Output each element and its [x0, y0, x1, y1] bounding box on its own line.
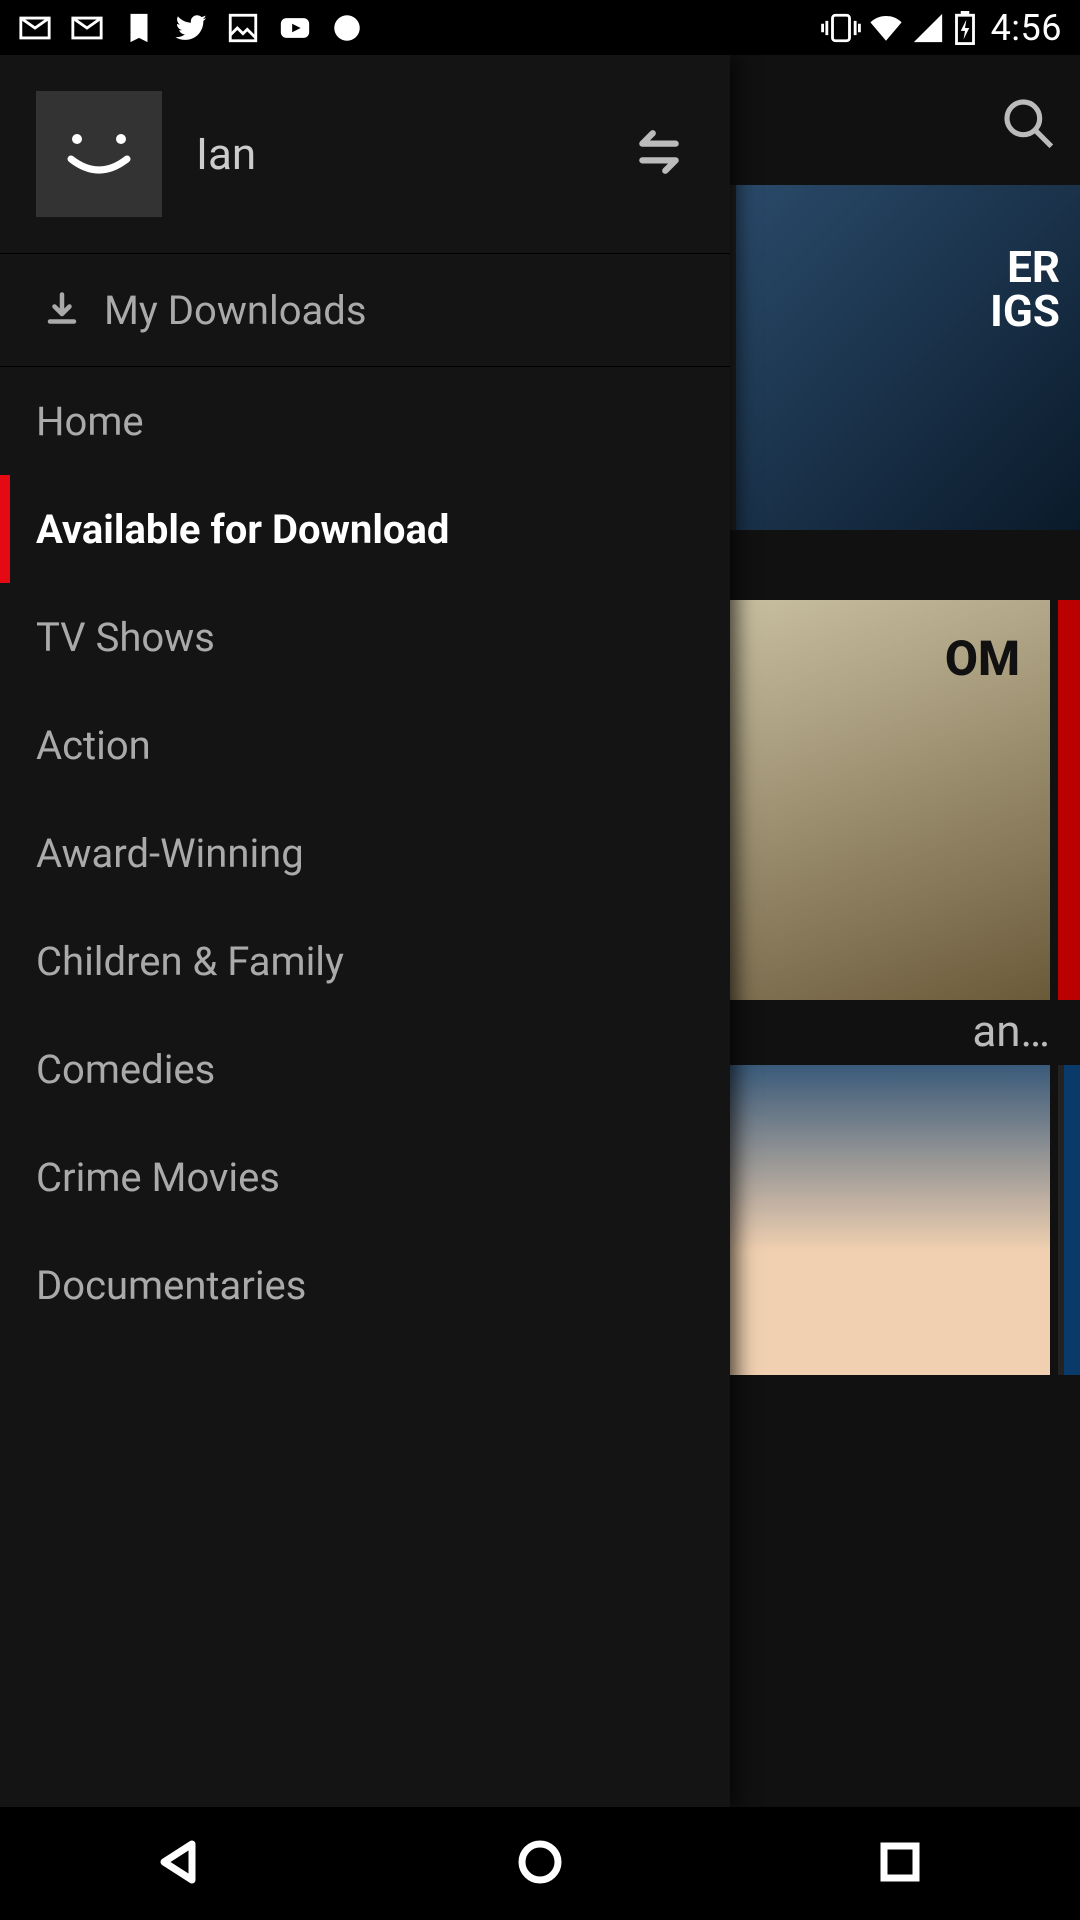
drawer-header: Ian — [0, 55, 730, 254]
picture-icon — [226, 11, 260, 45]
back-button[interactable] — [156, 1838, 204, 1890]
profile-avatar[interactable] — [36, 91, 162, 217]
nav-item-label: Comedies — [36, 1046, 215, 1093]
recents-button[interactable] — [876, 1838, 924, 1890]
row-title-fragment: an… — [972, 1005, 1050, 1057]
twitter-icon — [174, 11, 208, 45]
nav-item-award-winning[interactable]: Award-Winning — [0, 799, 730, 907]
nav-item-label: Available for Download — [36, 506, 449, 553]
nav-item-available-for-download[interactable]: Available for Download — [0, 475, 730, 583]
nav-item-crime-movies[interactable]: Crime Movies — [0, 1123, 730, 1231]
search-button[interactable] — [1000, 95, 1056, 155]
gmail-icon — [70, 11, 104, 45]
profile-name: Ian — [196, 128, 256, 180]
nav-item-home[interactable]: Home — [0, 367, 730, 475]
nav-item-comedies[interactable]: Comedies — [0, 1015, 730, 1123]
my-downloads-label: My Downloads — [104, 287, 366, 334]
nav-item-label: Children & Family — [36, 938, 344, 985]
nav-item-label: Home — [36, 398, 144, 445]
status-clock: 4:56 — [991, 7, 1062, 49]
nav-item-label: Action — [36, 722, 151, 769]
nav-item-tv-shows[interactable]: TV Shows — [0, 583, 730, 691]
switch-profile-button[interactable] — [634, 127, 684, 181]
nav-item-label: Award-Winning — [36, 830, 304, 877]
home-button[interactable] — [516, 1838, 564, 1890]
system-nav-bar — [0, 1807, 1080, 1920]
content-poster[interactable]: OM — [730, 600, 1050, 1000]
download-icon — [44, 290, 80, 330]
poster-title-fragment: ER IGS — [990, 245, 1060, 333]
wifi-icon — [869, 11, 903, 45]
status-bar-notifications — [18, 11, 364, 45]
nav-item-documentaries[interactable]: Documentaries — [0, 1231, 730, 1339]
vibrate-icon — [821, 11, 861, 45]
dot-icon — [330, 11, 364, 45]
navigation-drawer: Ian My Downloads Home Available for Down… — [0, 55, 730, 1807]
content-poster[interactable]: ER IGS — [730, 185, 1080, 530]
content-poster[interactable] — [1058, 600, 1080, 1000]
my-downloads-item[interactable]: My Downloads — [0, 254, 730, 366]
drawer-nav-list: Home Available for Download TV Shows Act… — [0, 367, 730, 1807]
content-poster[interactable] — [730, 1065, 1050, 1375]
nav-item-label: Documentaries — [36, 1262, 306, 1309]
youtube-icon — [278, 11, 312, 45]
status-bar: 4:56 — [0, 0, 1080, 55]
gmail-icon — [18, 11, 52, 45]
status-bar-system: 4:56 — [821, 7, 1062, 49]
nav-item-label: TV Shows — [36, 614, 215, 661]
nav-item-children-family[interactable]: Children & Family — [0, 907, 730, 1015]
battery-charging-icon — [953, 11, 977, 45]
cell-signal-icon — [911, 11, 945, 45]
netflix-icon — [122, 11, 156, 45]
nav-item-action[interactable]: Action — [0, 691, 730, 799]
poster-title-fragment: OM — [945, 630, 1020, 687]
drawer-downloads-section: My Downloads — [0, 254, 730, 367]
nav-item-label: Crime Movies — [36, 1154, 280, 1201]
content-poster[interactable] — [1058, 1065, 1080, 1375]
